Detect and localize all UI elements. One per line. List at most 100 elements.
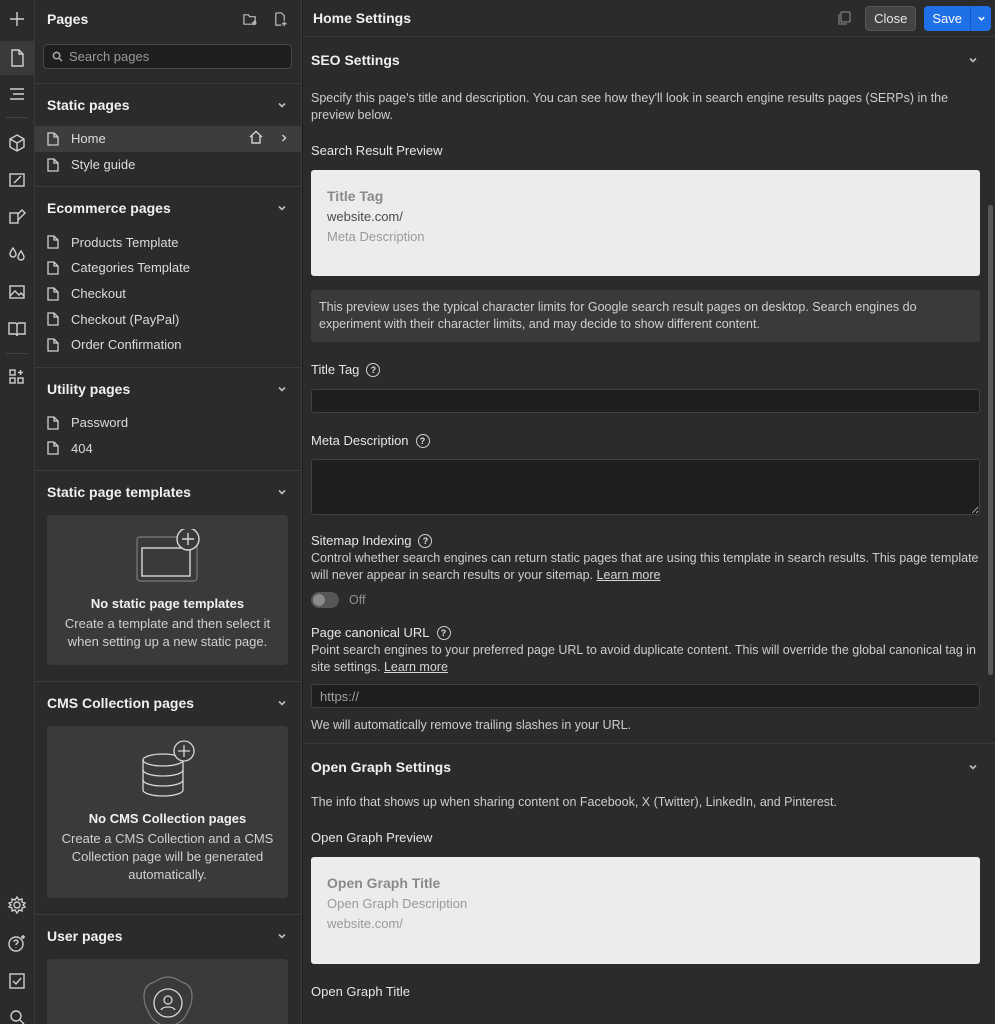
- chevron-down-icon[interactable]: [275, 929, 289, 943]
- chevron-down-icon[interactable]: [275, 382, 289, 396]
- search-icon[interactable]: [0, 1000, 34, 1024]
- static-templates-section: Static page templates No static page tem…: [35, 470, 301, 666]
- canonical-learn-more-link[interactable]: Learn more: [384, 660, 448, 674]
- page-icon: [47, 261, 59, 275]
- page-item-checkout[interactable]: Checkout: [35, 281, 301, 307]
- user-pages-empty-state: [47, 959, 288, 1024]
- chevron-right-icon[interactable]: [279, 131, 289, 146]
- page-item-categories-template[interactable]: Categories Template: [35, 255, 301, 281]
- new-page-icon[interactable]: [271, 10, 289, 28]
- new-folder-icon[interactable]: [241, 10, 259, 28]
- page-icon: [47, 132, 59, 146]
- static-templates-header[interactable]: Static page templates: [35, 471, 301, 513]
- user-pages-header[interactable]: User pages: [35, 915, 301, 957]
- page-icon: [47, 235, 59, 249]
- help-icon[interactable]: ?: [415, 433, 430, 448]
- search-pages-field[interactable]: [43, 44, 292, 69]
- help-ai-icon[interactable]: [0, 926, 34, 960]
- page-item-home[interactable]: Home: [35, 126, 301, 152]
- chevron-down-icon[interactable]: [966, 760, 980, 774]
- sitemap-indexing-toggle[interactable]: Off: [311, 592, 980, 608]
- sitemap-indexing-label: Sitemap Indexing ?: [311, 533, 980, 548]
- canonical-note: We will automatically remove trailing sl…: [311, 718, 632, 732]
- pages-panel: Pages Static pages Home Style guide: [35, 0, 302, 1024]
- static-pages-header[interactable]: Static pages: [35, 84, 301, 126]
- title-tag-input[interactable]: [311, 389, 980, 413]
- empty-title: No static page templates: [90, 596, 245, 612]
- help-icon[interactable]: ?: [436, 625, 451, 640]
- og-preview-description: Open Graph Description: [327, 896, 468, 911]
- search-icon: [52, 51, 63, 62]
- pages-icon[interactable]: [0, 41, 34, 75]
- save-options-chevron-icon[interactable]: [971, 6, 991, 31]
- home-icon: [249, 130, 263, 147]
- settings-content: SEO Settings Specify this page's title a…: [303, 37, 995, 999]
- page-item-404[interactable]: 404: [35, 436, 301, 462]
- checklist-icon[interactable]: [0, 964, 34, 998]
- cms-pages-header[interactable]: CMS Collection pages: [35, 682, 301, 724]
- style-icon[interactable]: [0, 163, 34, 197]
- og-settings-header[interactable]: Open Graph Settings: [311, 744, 980, 790]
- settings-icon[interactable]: [0, 888, 34, 922]
- search-pages-input[interactable]: [69, 49, 269, 64]
- chevron-down-icon[interactable]: [275, 485, 289, 499]
- page-item-products-template[interactable]: Products Template: [35, 229, 301, 255]
- ecommerce-pages-section: Ecommerce pages Products Template Catego…: [35, 186, 301, 366]
- preview-url: website.com/: [327, 209, 403, 224]
- assets-icon[interactable]: [0, 275, 34, 309]
- page-item-checkout-paypal[interactable]: Checkout (PayPal): [35, 306, 301, 332]
- toggle-switch[interactable]: [311, 592, 339, 608]
- add-icon[interactable]: [0, 2, 34, 36]
- user-icon: [142, 976, 193, 1024]
- user-pages-section: User pages: [35, 914, 301, 1024]
- og-preview-title: Open Graph Title: [327, 875, 441, 891]
- og-preview-label: Open Graph Preview: [311, 830, 433, 845]
- ecommerce-pages-header[interactable]: Ecommerce pages: [35, 187, 301, 229]
- empty-description: Create a CMS Collection and a CMS Collec…: [61, 831, 274, 883]
- page-settings-panel: Home Settings Close Save SEO Settings Sp…: [303, 0, 995, 1024]
- navigator-icon[interactable]: [0, 77, 34, 111]
- colors-icon[interactable]: [0, 237, 34, 271]
- title-tag-label: Title Tag ?: [311, 362, 980, 377]
- page-item-password[interactable]: Password: [35, 410, 301, 436]
- section-title: Ecommerce pages: [47, 200, 171, 217]
- utility-pages-section: Utility pages Password 404: [35, 366, 301, 470]
- chevron-down-icon[interactable]: [275, 201, 289, 215]
- section-title: Utility pages: [47, 380, 131, 397]
- section-title: Static pages: [47, 97, 130, 113]
- og-preview: Open Graph Title Open Graph Description …: [311, 857, 980, 964]
- og-preview-url: website.com/: [327, 916, 403, 931]
- og-title-label: Open Graph Title: [311, 984, 410, 999]
- cms-book-icon[interactable]: [0, 312, 34, 346]
- apps-icon[interactable]: [0, 360, 34, 394]
- page-icon: [47, 157, 59, 172]
- section-title: User pages: [47, 928, 123, 945]
- seo-settings-header[interactable]: SEO Settings: [311, 37, 980, 83]
- sitemap-learn-more-link[interactable]: Learn more: [597, 568, 661, 582]
- page-item-label: Checkout (PayPal): [71, 311, 180, 327]
- chevron-down-icon[interactable]: [275, 696, 289, 710]
- canonical-url-input[interactable]: [311, 684, 980, 708]
- meta-description-textarea[interactable]: [311, 459, 980, 515]
- components-icon[interactable]: [0, 126, 34, 160]
- title-tag-label-text: Title Tag: [311, 362, 360, 377]
- page-icon: [47, 338, 59, 352]
- utility-pages-header[interactable]: Utility pages: [35, 368, 301, 410]
- help-icon[interactable]: ?: [418, 533, 433, 548]
- duplicate-icon[interactable]: [835, 9, 853, 27]
- chevron-down-icon[interactable]: [966, 53, 980, 67]
- page-item-style-guide[interactable]: Style guide: [35, 152, 301, 178]
- sitemap-description: Control whether search engines can retur…: [311, 550, 980, 584]
- page-item-order-confirmation[interactable]: Order Confirmation: [35, 332, 301, 358]
- save-button[interactable]: Save: [924, 5, 971, 31]
- sitemap-indexing-label-text: Sitemap Indexing: [311, 533, 412, 548]
- scrollbar[interactable]: [988, 205, 993, 675]
- help-icon[interactable]: ?: [366, 362, 381, 377]
- static-pages-section: Static pages Home Style guide: [35, 83, 301, 186]
- chevron-down-icon[interactable]: [275, 98, 289, 112]
- close-button[interactable]: Close: [865, 5, 917, 31]
- variables-icon[interactable]: [0, 199, 34, 233]
- preview-title: Title Tag: [327, 188, 384, 204]
- save-button-group: Save: [924, 5, 991, 31]
- meta-description-label-text: Meta Description: [311, 433, 409, 448]
